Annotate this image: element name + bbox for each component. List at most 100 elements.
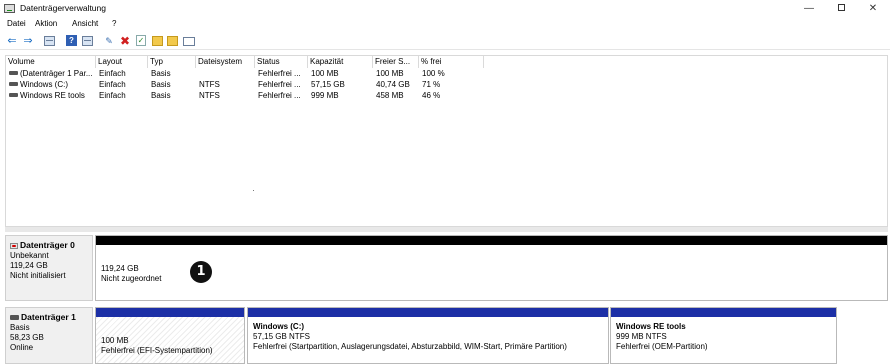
volume-table: Volume Layout Typ Dateisystem Status Kap… — [5, 55, 888, 227]
column-kapazitaet[interactable]: Kapazität — [308, 56, 373, 68]
cell-freier-speicher: 100 MB — [376, 69, 404, 78]
cell-prozent-frei: 46 % — [422, 91, 441, 100]
folder-icon[interactable] — [152, 36, 163, 46]
callout-badge: 1 — [190, 261, 212, 283]
disk1-partition-windows[interactable]: Windows (C:) 57,15 GB NTFS Fehlerfrei (S… — [247, 307, 609, 364]
menu-datei[interactable]: Datei — [7, 19, 26, 28]
minimize-button[interactable]: — — [794, 0, 824, 18]
cell-kapazitaet: 999 MB — [311, 91, 339, 100]
help-icon[interactable]: ? — [66, 35, 77, 46]
close-button[interactable]: ✕ — [858, 0, 888, 18]
cell-layout: Einfach — [99, 80, 126, 89]
disk0-unallocated-partition[interactable]: 119,24 GB Nicht zugeordnet — [95, 235, 888, 301]
cell-freier-speicher: 458 MB — [376, 91, 404, 100]
cell-volume: Windows RE tools — [6, 90, 96, 101]
cell-freier-speicher: 40,74 GB — [376, 80, 410, 89]
cell-volume-text: (Datenträger 1 Par... — [20, 69, 93, 78]
cell-dateisystem: NTFS — [199, 80, 220, 89]
disk1-type: Basis — [10, 323, 30, 332]
unallocated-bar — [96, 236, 887, 245]
disk0-partition-body: 119,24 GB Nicht zugeordnet — [96, 247, 887, 300]
menu-help[interactable]: ? — [112, 19, 116, 28]
cell-prozent-frei: 71 % — [422, 80, 441, 89]
disk1-partition-efi[interactable]: 100 MB Fehlerfrei (EFI-Systempartition) — [95, 307, 245, 364]
column-status[interactable]: Status — [255, 56, 308, 68]
disk-pane: Datenträger 0 Unbekannt 119,24 GB Nicht … — [5, 232, 888, 364]
menu-bar: Datei Aktion Ansicht ? — [0, 18, 890, 32]
disk0-label[interactable]: Datenträger 0 Unbekannt 119,24 GB Nicht … — [5, 235, 93, 301]
list-view-icon[interactable] — [44, 36, 55, 46]
properties-icon[interactable] — [183, 37, 195, 46]
disk1-partition-recovery[interactable]: Windows RE tools 999 MB NTFS Fehlerfrei … — [610, 307, 837, 364]
recovery-partition-size: 999 MB NTFS — [616, 332, 667, 341]
cell-kapazitaet: 57,15 GB — [311, 80, 345, 89]
cell-volume: (Datenträger 1 Par... — [6, 68, 96, 79]
cell-status: Fehlerfrei ... — [258, 80, 301, 89]
grid-icon[interactable] — [82, 36, 93, 46]
cell-kapazitaet: 100 MB — [311, 69, 339, 78]
maximize-icon — [837, 4, 845, 11]
menu-aktion[interactable]: Aktion — [35, 19, 57, 28]
disk0-partition-label: Nicht zugeordnet — [101, 274, 162, 283]
folder-wand-icon[interactable] — [167, 36, 178, 46]
disk0-name-row: Datenträger 0 — [10, 240, 88, 250]
windows-partition-body: Windows (C:) 57,15 GB NTFS Fehlerfrei (S… — [248, 319, 608, 363]
efi-partition-body: 100 MB Fehlerfrei (EFI-Systempartition) — [96, 319, 244, 363]
disk0-name: Datenträger 0 — [20, 240, 75, 250]
disk1-size: 58,23 GB — [10, 333, 44, 342]
delete-icon[interactable]: ✖ — [119, 35, 131, 47]
cell-status: Fehlerfrei ... — [258, 91, 301, 100]
disk1-name: Datenträger 1 — [21, 312, 76, 322]
volume-icon — [9, 70, 18, 75]
volume-icon — [9, 81, 18, 86]
disk1-state: Online — [10, 343, 34, 352]
column-prozent-frei[interactable]: % frei — [419, 56, 484, 68]
column-dateisystem[interactable]: Dateisystem — [196, 56, 255, 68]
cell-prozent-frei: 100 % — [422, 69, 445, 78]
disk-uninitialized-icon — [10, 242, 18, 249]
primary-partition-bar — [248, 308, 608, 317]
menu-ansicht[interactable]: Ansicht — [72, 19, 98, 28]
disk-icon — [10, 315, 19, 321]
check-icon[interactable]: ✓ — [136, 35, 146, 46]
column-typ[interactable]: Typ — [148, 56, 196, 68]
volume-icon — [9, 92, 18, 97]
column-volume[interactable]: Volume — [6, 56, 96, 68]
cell-dateisystem — [196, 68, 255, 79]
maximize-button[interactable] — [826, 0, 856, 18]
windows-partition-title: Windows (C:) — [253, 322, 305, 331]
toolbar: ⇐ ⇒ ? ✎ ✖ ✓ — [0, 33, 890, 50]
disk-management-icon — [4, 4, 15, 13]
windows-partition-status: Fehlerfrei (Startpartition, Auslagerungs… — [253, 342, 567, 351]
disk1-label[interactable]: Datenträger 1 Basis 58,23 GB Online — [5, 307, 93, 364]
primary-partition-bar — [96, 308, 244, 317]
back-icon[interactable]: ⇐ — [6, 35, 18, 47]
cell-volume-text: Windows (C:) — [20, 80, 69, 89]
cell-volume: Windows (C:) — [6, 79, 96, 90]
windows-partition-size: 57,15 GB NTFS — [253, 332, 310, 341]
recovery-partition-title: Windows RE tools — [616, 322, 686, 331]
efi-partition-status: Fehlerfrei (EFI-Systempartition) — [101, 346, 213, 355]
connect-icon[interactable]: ✎ — [103, 35, 115, 47]
disk0-state: Nicht initialisiert — [10, 271, 66, 280]
primary-partition-bar — [611, 308, 836, 317]
window-title: Datenträgerverwaltung — [20, 3, 106, 13]
cell-typ: Basis — [151, 80, 171, 89]
title-bar: Datenträgerverwaltung — ✕ — [0, 0, 890, 18]
cell-layout: Einfach — [99, 69, 126, 78]
table-row[interactable]: (Datenträger 1 Par... Einfach Basis Fehl… — [6, 68, 887, 79]
disk0-partition-size: 119,24 GB — [101, 264, 139, 273]
table-row[interactable]: Windows (C:) Einfach Basis NTFS Fehlerfr… — [6, 79, 887, 90]
column-freier-speicher[interactable]: Freier S... — [373, 56, 419, 68]
forward-icon[interactable]: ⇒ — [22, 35, 34, 47]
cell-volume-text: Windows RE tools — [20, 91, 85, 100]
cell-typ: Basis — [151, 69, 171, 78]
cell-layout: Einfach — [99, 91, 126, 100]
table-header: Volume Layout Typ Dateisystem Status Kap… — [6, 56, 887, 68]
disk1-name-row: Datenträger 1 — [10, 312, 88, 322]
cell-typ: Basis — [151, 91, 171, 100]
disk0-size: 119,24 GB — [10, 261, 48, 270]
cell-status: Fehlerfrei ... — [258, 69, 301, 78]
table-row[interactable]: Windows RE tools Einfach Basis NTFS Fehl… — [6, 90, 887, 101]
column-layout[interactable]: Layout — [96, 56, 148, 68]
